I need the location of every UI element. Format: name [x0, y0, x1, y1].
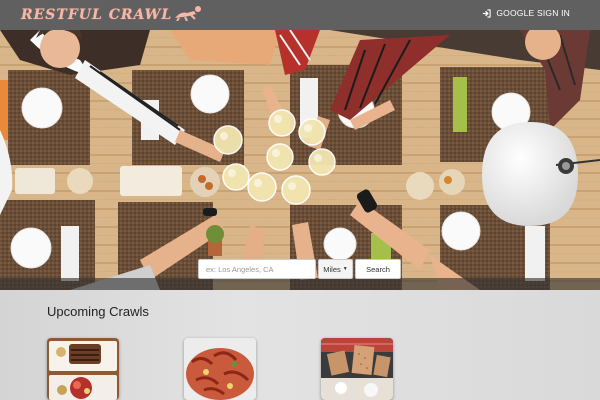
sign-in-icon [482, 8, 491, 18]
hero-dining-photo [0, 30, 600, 290]
google-signin-button[interactable]: GOOGLE SIGN IN [482, 8, 570, 18]
caret-down-icon: ▼ [342, 266, 348, 272]
crawl-card-1[interactable] [47, 338, 119, 400]
upcoming-crawls-section: Upcoming Crawls [0, 290, 600, 400]
crawl-card-3[interactable] [321, 338, 393, 400]
search-button[interactable]: Search [355, 259, 401, 279]
crawfish-photo [184, 338, 256, 400]
top-navbar: Restful Crawl GOOGLE SIGN IN [0, 0, 600, 30]
crawling-person-icon [173, 5, 203, 26]
brand-name: Restful Crawl [21, 7, 173, 23]
search-button-label: Search [366, 264, 390, 274]
distance-unit-select[interactable]: Miles ▼ [318, 259, 353, 279]
hero-banner [0, 30, 600, 290]
dessert-crackers-photo [321, 338, 393, 400]
search-bar-backdrop [0, 278, 600, 290]
food-plates-photo [47, 338, 119, 400]
section-title: Upcoming Crawls [47, 304, 149, 319]
crawl-card-2[interactable] [184, 338, 256, 400]
brand-logo-link[interactable]: Restful Crawl [21, 5, 203, 25]
signin-label: GOOGLE SIGN IN [496, 8, 570, 18]
location-search-input[interactable] [198, 259, 316, 279]
unit-selected-label: Miles [323, 264, 341, 274]
